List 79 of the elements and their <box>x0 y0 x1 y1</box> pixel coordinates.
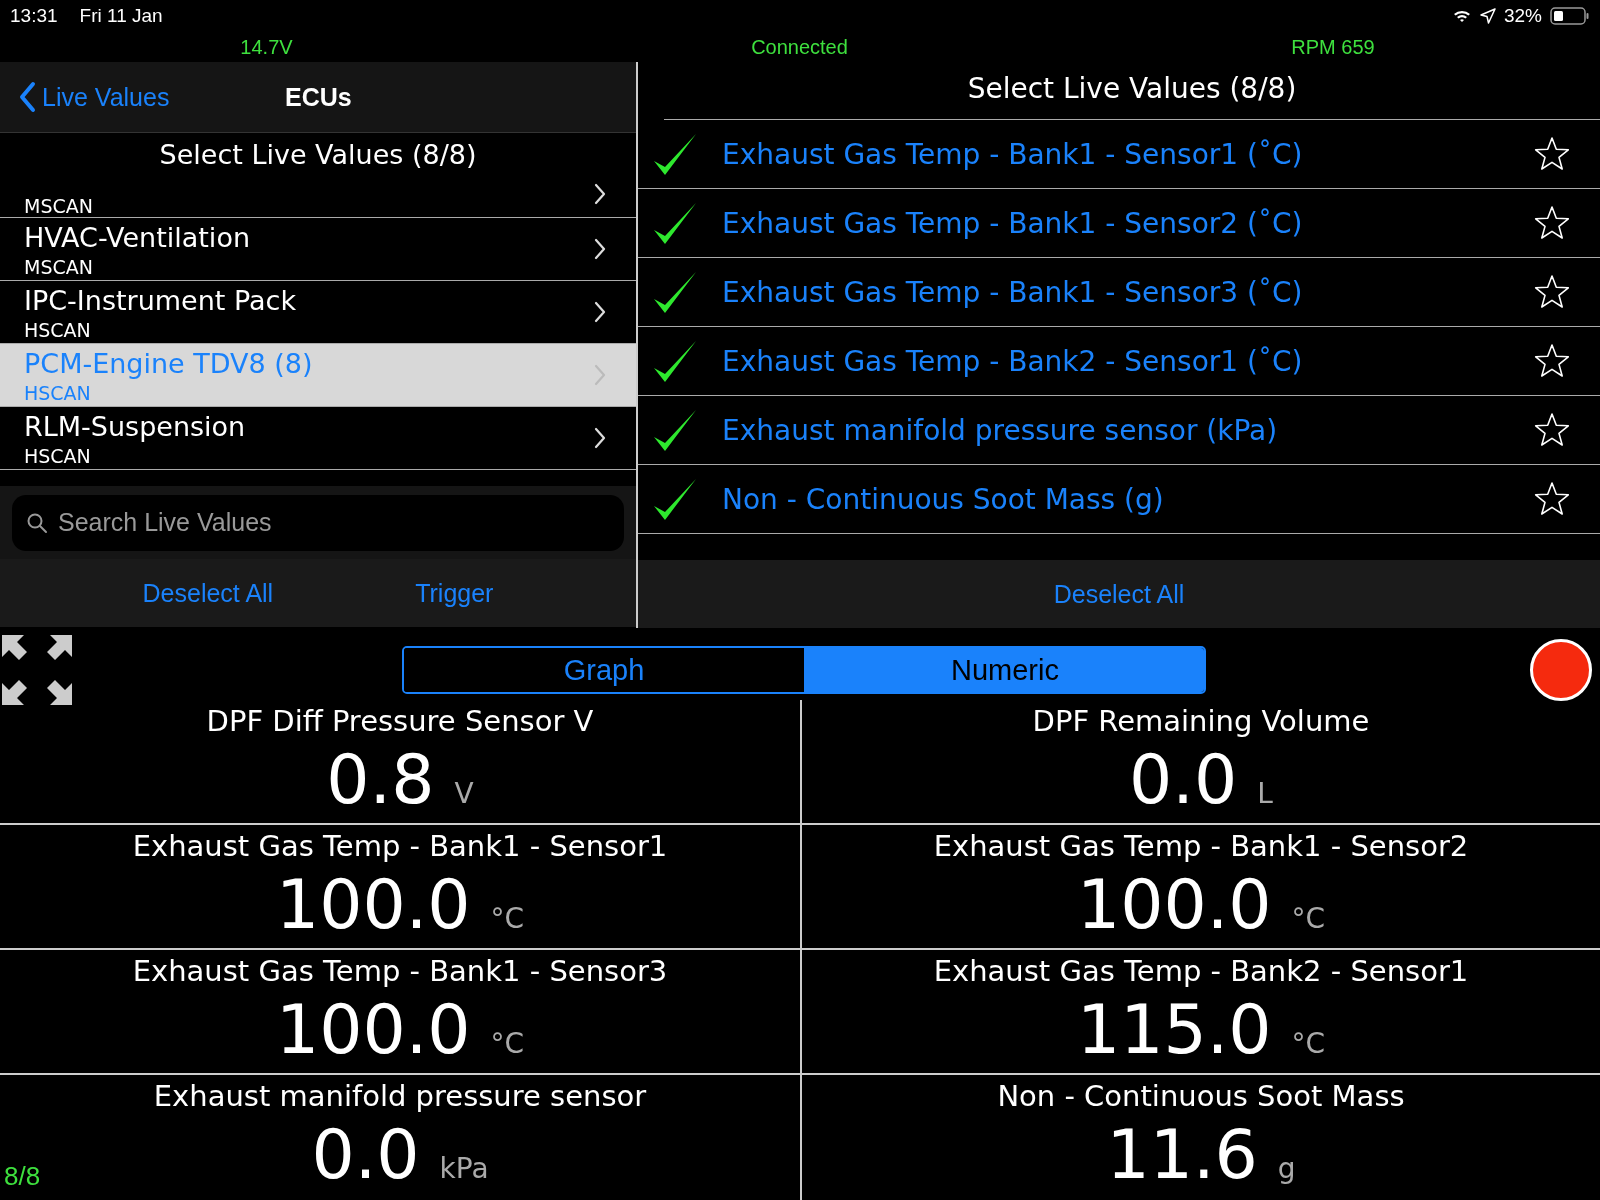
reading-value: 0.8 <box>326 739 435 821</box>
live-value-label: Exhaust Gas Temp - Bank1 - Sensor1 (˚C) <box>722 137 1304 171</box>
nav-title: ECUs <box>285 82 352 112</box>
live-value-label: Exhaust manifold pressure sensor (kPa) <box>722 413 1279 447</box>
live-value-label: Exhaust Gas Temp - Bank2 - Sensor1 (˚C) <box>722 344 1304 378</box>
reading-name: Exhaust manifold pressure sensor <box>153 1079 647 1113</box>
live-value-row[interactable]: Exhaust manifold pressure sensor (kPa) <box>638 396 1600 465</box>
reading-unit: g <box>1277 1152 1296 1185</box>
reading-value: 100.0 <box>275 989 471 1071</box>
reading-name: Exhaust Gas Temp - Bank1 - Sensor2 <box>933 829 1469 863</box>
live-value-row[interactable]: Exhaust Gas Temp - Bank1 - Sensor2 (˚C) <box>638 189 1600 258</box>
reading-value: 11.6 <box>1106 1114 1258 1196</box>
view-tab[interactable]: Numeric <box>804 648 1204 692</box>
ecu-name: HVAC-Ventilation <box>24 221 251 255</box>
reading-unit: °C <box>490 1027 525 1060</box>
ecu-bus: MSCAN <box>24 195 94 217</box>
reading-unit: °C <box>490 902 525 935</box>
reading-name: DPF Remaining Volume <box>1032 704 1370 738</box>
reading-name: Exhaust Gas Temp - Bank1 - Sensor1 <box>132 829 668 863</box>
reading-value: 100.0 <box>1076 864 1272 946</box>
live-value-row[interactable]: Exhaust Gas Temp - Bank2 - Sensor1 (˚C) <box>638 327 1600 396</box>
live-value-row[interactable]: Non - Continuous Soot Mass (g) <box>638 465 1600 534</box>
live-value-label: Non - Continuous Soot Mass (g) <box>722 482 1165 516</box>
panel-title: Select Live Values (8/8) <box>664 62 1600 120</box>
toolbar-button[interactable]: Deselect All <box>136 577 280 609</box>
ecu-bus: HSCAN <box>24 445 92 467</box>
reading-name: DPF Diff Pressure Sensor V <box>206 704 594 738</box>
live-value-row[interactable]: Exhaust Gas Temp - Bank1 - Sensor3 (˚C) <box>638 258 1600 327</box>
star-icon[interactable] <box>1534 205 1570 241</box>
ecu-name: RLM-Suspension <box>24 410 247 444</box>
battery-percent: 32% <box>1503 5 1542 27</box>
star-icon[interactable] <box>1534 481 1570 517</box>
chevron-right-icon <box>594 301 606 323</box>
search-field[interactable]: Search Live Values <box>12 494 624 551</box>
voltage-reading: 14.7V <box>239 35 294 59</box>
live-value-label: Exhaust Gas Temp - Bank1 - Sensor3 (˚C) <box>722 275 1304 309</box>
back-button[interactable]: Live Values <box>0 81 170 113</box>
reading-value: 115.0 <box>1076 989 1272 1071</box>
star-icon[interactable] <box>1534 343 1570 379</box>
reading-unit: kPa <box>439 1152 489 1185</box>
ecu-bus: HSCAN <box>24 382 92 404</box>
location-arrow-icon <box>1479 8 1496 24</box>
ecu-name: PCM-Engine TDV8 (8) <box>24 347 314 381</box>
ecu-list-item[interactable]: MSCAN <box>0 171 636 218</box>
reading-unit: °C <box>1291 902 1326 935</box>
star-icon[interactable] <box>1534 136 1570 172</box>
reading-name: Exhaust Gas Temp - Bank1 - Sensor3 <box>132 954 668 988</box>
back-chevron-icon <box>18 81 36 113</box>
reading-value: 100.0 <box>275 864 471 946</box>
live-value-row[interactable]: Exhaust Gas Temp - Bank1 - Sensor1 (˚C) <box>638 120 1600 189</box>
rpm-reading: RPM 659 <box>1290 35 1376 59</box>
reading-name: Exhaust Gas Temp - Bank2 - Sensor1 <box>933 954 1469 988</box>
star-icon[interactable] <box>1534 412 1570 448</box>
ecu-bus: MSCAN <box>24 256 94 278</box>
reading-unit: V <box>454 777 474 810</box>
ecu-bus: HSCAN <box>24 319 92 341</box>
reading-value: 0.0 <box>1129 739 1238 821</box>
reading-value: 0.0 <box>311 1114 420 1196</box>
chevron-right-icon <box>594 183 606 205</box>
page-counter: 8/8 <box>4 1161 41 1192</box>
reading-name: Non - Continuous Soot Mass <box>997 1079 1405 1113</box>
ecu-list-item[interactable]: RLM-Suspension HSCAN <box>0 407 636 470</box>
status-date: Fri 11 Jan <box>79 5 163 27</box>
toolbar-button[interactable]: Deselect All <box>1047 578 1191 610</box>
reading-unit: °C <box>1291 1027 1326 1060</box>
toolbar-button[interactable]: Trigger <box>409 577 500 609</box>
connection-status: Connected <box>750 35 849 59</box>
chevron-right-icon <box>594 364 606 386</box>
battery-icon <box>1550 6 1590 26</box>
live-value-label: Exhaust Gas Temp - Bank1 - Sensor2 (˚C) <box>722 206 1304 240</box>
status-time: 13:31 <box>10 5 58 27</box>
chevron-right-icon <box>594 427 606 449</box>
expand-icon[interactable] <box>0 633 74 707</box>
ecu-list-item[interactable]: HVAC-Ventilation MSCAN <box>0 218 636 281</box>
chevron-right-icon <box>594 238 606 260</box>
ecu-name: IPC-Instrument Pack <box>24 284 298 318</box>
search-icon <box>26 511 48 534</box>
reading-unit: L <box>1257 777 1273 810</box>
star-icon[interactable] <box>1534 274 1570 310</box>
